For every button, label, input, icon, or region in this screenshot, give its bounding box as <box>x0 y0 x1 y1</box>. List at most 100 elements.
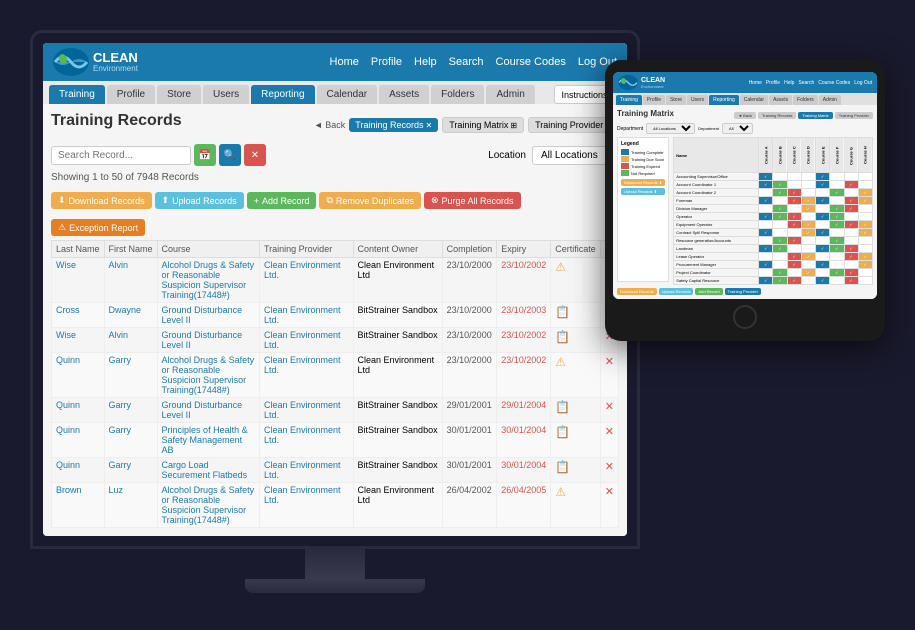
matrix-cell[interactable]: ✓ <box>759 181 773 189</box>
nav-link-help[interactable]: Help <box>414 56 437 68</box>
tab-profile[interactable]: Profile <box>107 85 155 104</box>
matrix-cell[interactable]: ✓ <box>801 269 815 277</box>
nav-training-records[interactable]: Training Records ✕ <box>349 118 438 132</box>
matrix-cell[interactable]: ✓ <box>844 181 858 189</box>
tablet-add-btn[interactable]: Add Record <box>695 288 722 295</box>
tablet-tab-calendar[interactable]: Calendar <box>740 95 768 105</box>
cell-provider[interactable]: Clean Environment Ltd. <box>260 398 354 423</box>
tab-users[interactable]: Users <box>203 85 249 104</box>
matrix-cell[interactable]: ✓ <box>787 221 801 229</box>
matrix-cell[interactable] <box>773 221 787 229</box>
cell-provider[interactable]: Clean Environment Ltd. <box>260 258 354 303</box>
tablet-nav-course-codes[interactable]: Course Codes <box>818 80 850 86</box>
matrix-cell[interactable]: ✓ <box>759 173 773 181</box>
matrix-cell[interactable] <box>830 229 844 237</box>
matrix-cell[interactable] <box>759 253 773 261</box>
tablet-tab-folders[interactable]: Folders <box>793 95 818 105</box>
matrix-cell[interactable]: ✓ <box>759 245 773 253</box>
tab-folders[interactable]: Folders <box>431 85 484 104</box>
tab-admin[interactable]: Admin <box>486 85 534 104</box>
matrix-cell[interactable] <box>858 245 872 253</box>
matrix-cell[interactable] <box>816 253 830 261</box>
matrix-cell[interactable]: ✓ <box>773 277 787 285</box>
matrix-cell[interactable]: ✓ <box>787 197 801 205</box>
matrix-cell[interactable]: ✓ <box>816 261 830 269</box>
matrix-cell[interactable] <box>801 213 815 221</box>
cell-course[interactable]: Principles of Health & Safety Management… <box>157 423 259 458</box>
tablet-tab-admin[interactable]: Admin <box>819 95 841 105</box>
cell-first-name[interactable]: Luz <box>104 483 157 528</box>
matrix-cell[interactable]: ✓ <box>759 229 773 237</box>
matrix-cell[interactable] <box>787 173 801 181</box>
matrix-cell[interactable] <box>816 189 830 197</box>
matrix-cell[interactable]: ✓ <box>759 261 773 269</box>
cell-provider[interactable]: Clean Environment Ltd. <box>260 458 354 483</box>
matrix-cell[interactable]: ✓ <box>830 221 844 229</box>
tablet-pill-training-records[interactable]: Training Records <box>758 112 796 119</box>
cell-course[interactable]: Ground Disturbance Level II <box>157 398 259 423</box>
matrix-cell[interactable]: ✓ <box>830 237 844 245</box>
tablet-pill-training-matrix[interactable]: Training Matrix <box>798 112 832 119</box>
cell-first-name[interactable]: Garry <box>104 458 157 483</box>
cell-course[interactable]: Alcohol Drugs & Safety or Reasonable Sus… <box>157 258 259 303</box>
matrix-cell[interactable] <box>787 181 801 189</box>
matrix-cell[interactable] <box>844 189 858 197</box>
matrix-cell[interactable]: ✓ <box>801 205 815 213</box>
matrix-cell[interactable]: ✓ <box>787 261 801 269</box>
matrix-cell[interactable]: ✓ <box>858 253 872 261</box>
matrix-cell[interactable] <box>830 173 844 181</box>
nav-link-profile[interactable]: Profile <box>371 56 402 68</box>
matrix-cell[interactable] <box>773 261 787 269</box>
tablet-nav-search[interactable]: Search <box>798 80 814 86</box>
matrix-cell[interactable] <box>830 277 844 285</box>
matrix-cell[interactable]: ✓ <box>773 205 787 213</box>
matrix-cell[interactable] <box>844 173 858 181</box>
matrix-cell[interactable]: ✓ <box>801 221 815 229</box>
tablet-pill-training-provider[interactable]: Training Provider <box>835 112 873 119</box>
matrix-cell[interactable]: ✓ <box>816 277 830 285</box>
matrix-cell[interactable]: ✓ <box>787 213 801 221</box>
matrix-cell[interactable]: ✓ <box>787 277 801 285</box>
matrix-cell[interactable] <box>844 213 858 221</box>
nav-training-matrix[interactable]: Training Matrix ⊞ <box>442 117 524 133</box>
tablet-dept-select[interactable]: All <box>722 123 753 134</box>
matrix-cell[interactable]: ✓ <box>858 189 872 197</box>
cell-provider[interactable]: Clean Environment Ltd. <box>260 303 354 328</box>
cell-last-name[interactable]: Quinn <box>52 458 105 483</box>
matrix-cell[interactable]: ✓ <box>830 205 844 213</box>
matrix-cell[interactable] <box>787 205 801 213</box>
remove-duplicates-btn[interactable]: ⧉ Remove Duplicates <box>319 192 420 209</box>
cell-last-name[interactable]: Brown <box>52 483 105 528</box>
nav-link-search[interactable]: Search <box>449 56 484 68</box>
tablet-nav-help[interactable]: Help <box>784 80 794 86</box>
matrix-cell[interactable] <box>816 269 830 277</box>
matrix-cell[interactable]: ✓ <box>844 253 858 261</box>
exception-report-btn[interactable]: ⚠ Exception Report <box>51 219 145 236</box>
matrix-cell[interactable] <box>801 189 815 197</box>
matrix-cell[interactable] <box>759 205 773 213</box>
matrix-cell[interactable] <box>759 189 773 197</box>
tablet-download-btn[interactable]: Download Records <box>617 288 657 295</box>
cell-first-name[interactable]: Garry <box>104 353 157 398</box>
matrix-cell[interactable]: ✓ <box>830 213 844 221</box>
matrix-cell[interactable] <box>773 173 787 181</box>
matrix-cell[interactable]: ✓ <box>773 189 787 197</box>
matrix-cell[interactable]: ✓ <box>787 189 801 197</box>
matrix-cell[interactable]: ✓ <box>787 237 801 245</box>
search-button[interactable]: 🔍 <box>219 144 241 166</box>
matrix-cell[interactable] <box>858 277 872 285</box>
matrix-cell[interactable] <box>830 261 844 269</box>
matrix-cell[interactable]: ✓ <box>787 253 801 261</box>
cell-provider[interactable]: Clean Environment Ltd. <box>260 353 354 398</box>
upload-records-btn[interactable]: ⬆ Upload Records <box>155 192 244 209</box>
matrix-cell[interactable]: ✓ <box>773 245 787 253</box>
tablet-nav-profile[interactable]: Profile <box>766 80 780 86</box>
nav-link-home[interactable]: Home <box>330 56 359 68</box>
matrix-cell[interactable] <box>773 253 787 261</box>
matrix-cell[interactable] <box>787 229 801 237</box>
matrix-cell[interactable]: ✓ <box>801 197 815 205</box>
matrix-cell[interactable] <box>801 277 815 285</box>
back-button[interactable]: ◄ Back <box>314 120 345 130</box>
cell-first-name[interactable]: Garry <box>104 398 157 423</box>
matrix-cell[interactable]: ✓ <box>759 197 773 205</box>
